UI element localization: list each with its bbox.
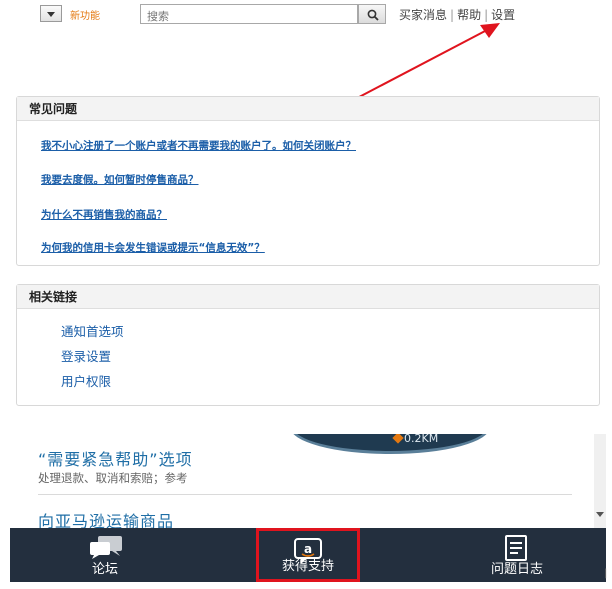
- scrollbar[interactable]: [594, 434, 606, 528]
- new-feature-link[interactable]: 新功能: [70, 7, 100, 22]
- tab-issue-log-label: 问题日志: [490, 562, 543, 577]
- buyer-messages-link[interactable]: 买家消息: [399, 8, 447, 22]
- promo-banner: [290, 434, 490, 454]
- urgent-help-subtitle: 处理退款、取消和索赔；参考: [38, 471, 188, 485]
- tab-forum[interactable]: 论坛: [50, 528, 160, 582]
- tab-get-support-label: 获得支持: [281, 559, 334, 574]
- divider: [38, 494, 572, 495]
- settings-link[interactable]: 设置: [491, 8, 515, 22]
- faq-link-close-account[interactable]: 我不小心注册了一个账户或者不再需要我的账户了。如何关闭账户？: [41, 138, 356, 153]
- faq-title: 常见问题: [17, 97, 599, 121]
- faq-panel: 常见问题 我不小心注册了一个账户或者不再需要我的账户了。如何关闭账户？ 我要去度…: [16, 96, 600, 266]
- faq-link-credit-card[interactable]: 为何我的信用卡会发生错误或提示“信息无效”？: [41, 240, 265, 255]
- top-toolbar: 新功能 买家消息|帮助|设置: [0, 0, 612, 28]
- top-links: 买家消息 | 帮助 | 设置: [399, 6, 515, 23]
- tab-get-support[interactable]: a 获得支持: [256, 528, 360, 582]
- related-links-title: 相关链接: [17, 285, 599, 309]
- tail-mark: |: [604, 568, 608, 579]
- promo-text: 0.2KM: [404, 434, 439, 445]
- faq-link-vacation[interactable]: 我要去度假。如何暂时停售商品？: [41, 172, 199, 187]
- svg-text:a: a: [304, 542, 312, 556]
- notification-preferences-link[interactable]: 通知首选项: [61, 321, 124, 340]
- faq-link-not-selling[interactable]: 为什么不再销售我的商品？: [41, 207, 167, 222]
- search-box: [140, 4, 358, 26]
- user-permissions-link[interactable]: 用户权限: [61, 371, 111, 390]
- help-link[interactable]: 帮助: [457, 8, 481, 22]
- chat-bubbles-icon: [90, 536, 122, 559]
- search-input[interactable]: [141, 7, 357, 26]
- mobile-app-view: 0.2KM “需要紧急帮助”选项 处理退款、取消和索赔；参考 向亚马逊运输商品 …: [10, 434, 606, 582]
- bottom-tab-bar: 论坛 a 获得支持 问题日志: [10, 528, 606, 582]
- tab-forum-label: 论坛: [91, 562, 118, 577]
- separator: |: [484, 8, 489, 22]
- tab-issue-log[interactable]: 问题日志: [462, 528, 572, 582]
- search-icon: [367, 9, 379, 21]
- login-settings-link[interactable]: 登录设置: [61, 346, 111, 365]
- urgent-help-title[interactable]: “需要紧急帮助”选项: [38, 446, 193, 470]
- related-links-panel: 相关链接 通知首选项 登录设置 用户权限: [16, 284, 600, 406]
- dropdown-arrow-button[interactable]: [40, 5, 62, 22]
- search-button[interactable]: [358, 4, 386, 24]
- separator: |: [450, 8, 455, 22]
